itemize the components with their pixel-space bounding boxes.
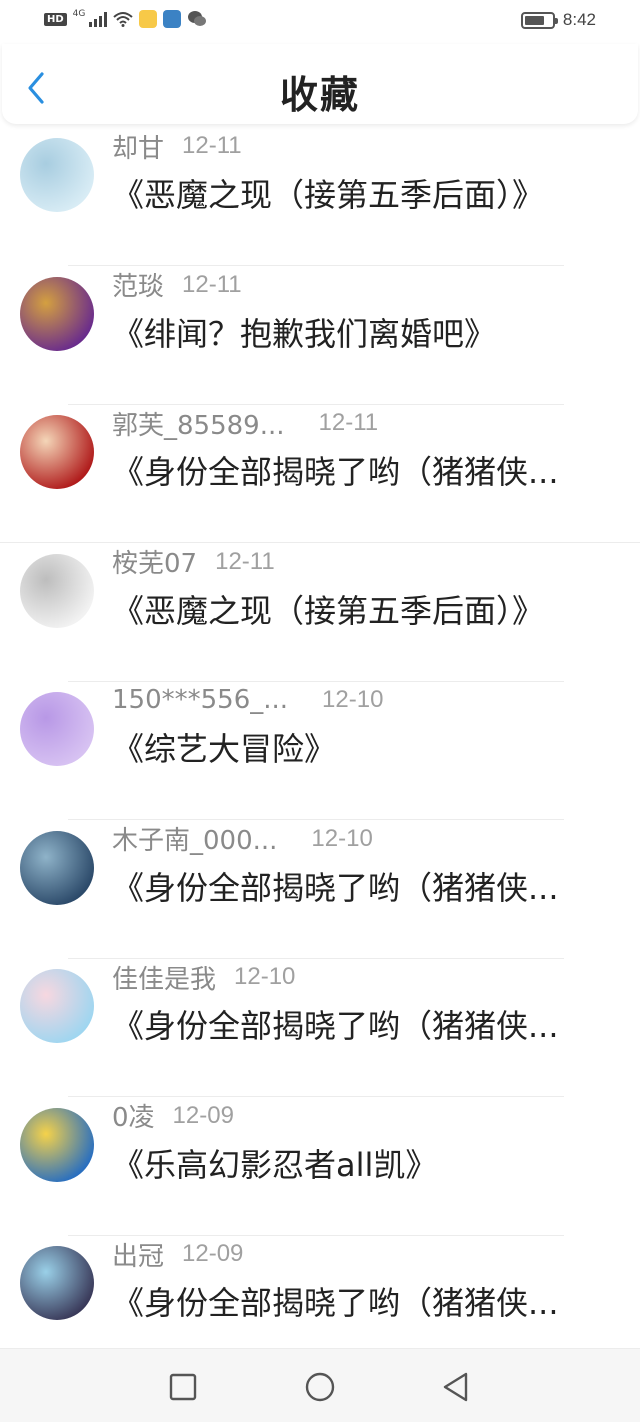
username[interactable]: 范琰 — [112, 266, 164, 303]
item-meta: 桉芜07 12-11 — [112, 544, 275, 580]
username[interactable]: 佳佳是我 — [112, 959, 216, 996]
date-label: 12-10 — [311, 824, 373, 852]
date-label: 12-10 — [322, 686, 384, 713]
date-label: 12-11 — [215, 547, 275, 575]
item-title[interactable]: 《恶魔之现（接第五季后面）》 — [112, 170, 612, 216]
item-meta: 郭芙_85589... 12-11 — [112, 405, 378, 441]
item-meta: 0凌 12-09 — [112, 1098, 234, 1134]
list-item[interactable]: 桉芜07 12-11 《恶魔之现（接第五季后面）》 — [0, 544, 640, 682]
item-meta: 150***556_... 12-10 — [112, 682, 383, 718]
home-button[interactable] — [302, 1369, 338, 1405]
item-title[interactable]: 《身份全部揭晓了哟（猪猪侠... — [112, 1001, 612, 1047]
avatar[interactable] — [20, 276, 94, 351]
item-title[interactable]: 《综艺大冒险》 — [112, 724, 612, 770]
username[interactable]: 出冠 — [112, 1236, 164, 1273]
list-item[interactable]: 佳佳是我 12-10 《身份全部揭晓了哟（猪猪侠... — [0, 959, 640, 1097]
battery-icon — [520, 11, 558, 29]
list-item[interactable]: 却甘 12-11 《恶魔之现（接第五季后面）》 — [0, 128, 640, 266]
clock: 8:42 — [562, 10, 596, 29]
status-bar: HD 4G 8:42 — [0, 0, 640, 44]
username[interactable]: 郭芙_85589... — [112, 405, 285, 442]
item-title[interactable]: 《身份全部揭晓了哟（猪猪侠... — [112, 447, 612, 493]
list-item[interactable]: 150***556_... 12-10 《综艺大冒险》 — [0, 682, 640, 820]
list-item[interactable]: 郭芙_85589... 12-11 《身份全部揭晓了哟（猪猪侠... — [0, 405, 640, 543]
list-item[interactable]: 木子南_000... 12-10 《身份全部揭晓了哟（猪猪侠... — [0, 821, 640, 959]
username[interactable]: 150***556_... — [112, 685, 288, 715]
date-label: 12-11 — [182, 132, 242, 159]
network-type: 4G — [72, 9, 86, 19]
square-icon — [169, 1373, 197, 1401]
item-meta: 范琰 12-11 — [112, 267, 242, 303]
item-meta: 出冠 12-09 — [112, 1236, 243, 1272]
item-title[interactable]: 《恶魔之现（接第五季后面）》 — [112, 586, 612, 632]
wechat-icon — [188, 11, 207, 26]
wifi-icon — [113, 12, 134, 27]
username[interactable]: 却甘 — [112, 128, 164, 165]
circle-icon — [305, 1372, 335, 1402]
list-item[interactable]: 出冠 12-09 《身份全部揭晓了哟（猪猪侠... — [0, 1236, 640, 1348]
item-title[interactable]: 《绯闻？抱歉我们离婚吧》 — [112, 309, 612, 355]
date-label: 12-09 — [172, 1101, 234, 1129]
item-meta: 木子南_000... 12-10 — [112, 821, 373, 857]
header: 收藏 — [2, 44, 638, 124]
item-title[interactable]: 《乐高幻影忍者all凯》 — [112, 1140, 612, 1186]
username[interactable]: 桉芜07 — [112, 543, 197, 580]
username[interactable]: 木子南_000... — [112, 820, 277, 857]
avatar[interactable] — [20, 553, 94, 628]
back-nav-button[interactable] — [438, 1369, 474, 1405]
avatar[interactable] — [20, 969, 94, 1043]
date-label: 12-11 — [182, 270, 242, 298]
system-nav-bar — [0, 1348, 640, 1422]
item-meta: 却甘 12-11 — [112, 128, 242, 164]
battery-level — [524, 15, 545, 25]
date-label: 12-09 — [182, 1240, 244, 1267]
item-title[interactable]: 《身份全部揭晓了哟（猪猪侠... — [112, 1278, 612, 1324]
avatar[interactable] — [20, 1246, 94, 1320]
avatar[interactable] — [20, 415, 94, 489]
list-item[interactable]: 0凌 12-09 《乐高幻影忍者all凯》 — [0, 1098, 640, 1236]
triangle-back-icon — [443, 1372, 468, 1402]
avatar[interactable] — [20, 692, 94, 766]
date-label: 12-10 — [234, 963, 296, 990]
page-title: 收藏 — [279, 73, 360, 117]
hd-badge: HD — [44, 12, 67, 26]
avatar[interactable] — [20, 1107, 94, 1182]
status-bar-left: HD 4G — [44, 9, 207, 28]
recent-apps-button[interactable] — [165, 1369, 201, 1405]
app-notification-icon — [163, 10, 182, 28]
list-item[interactable]: 范琰 12-11 《绯闻？抱歉我们离婚吧》 — [0, 267, 640, 405]
signal-icon — [89, 11, 108, 27]
date-label: 12-11 — [318, 409, 379, 436]
avatar[interactable] — [20, 830, 94, 905]
favorites-list[interactable]: 却甘 12-11 《恶魔之现（接第五季后面）》 范琰 12-11 《绯闻？抱歉我们离婚吧》… — [0, 124, 640, 1348]
username[interactable]: 0凌 — [112, 1097, 155, 1134]
item-title[interactable]: 《身份全部揭晓了哟（猪猪侠... — [112, 863, 612, 909]
app-notification-icon — [139, 10, 158, 28]
avatar[interactable] — [20, 138, 94, 212]
status-bar-right: 8:42 — [520, 10, 596, 30]
item-meta: 佳佳是我 12-10 — [112, 959, 295, 995]
